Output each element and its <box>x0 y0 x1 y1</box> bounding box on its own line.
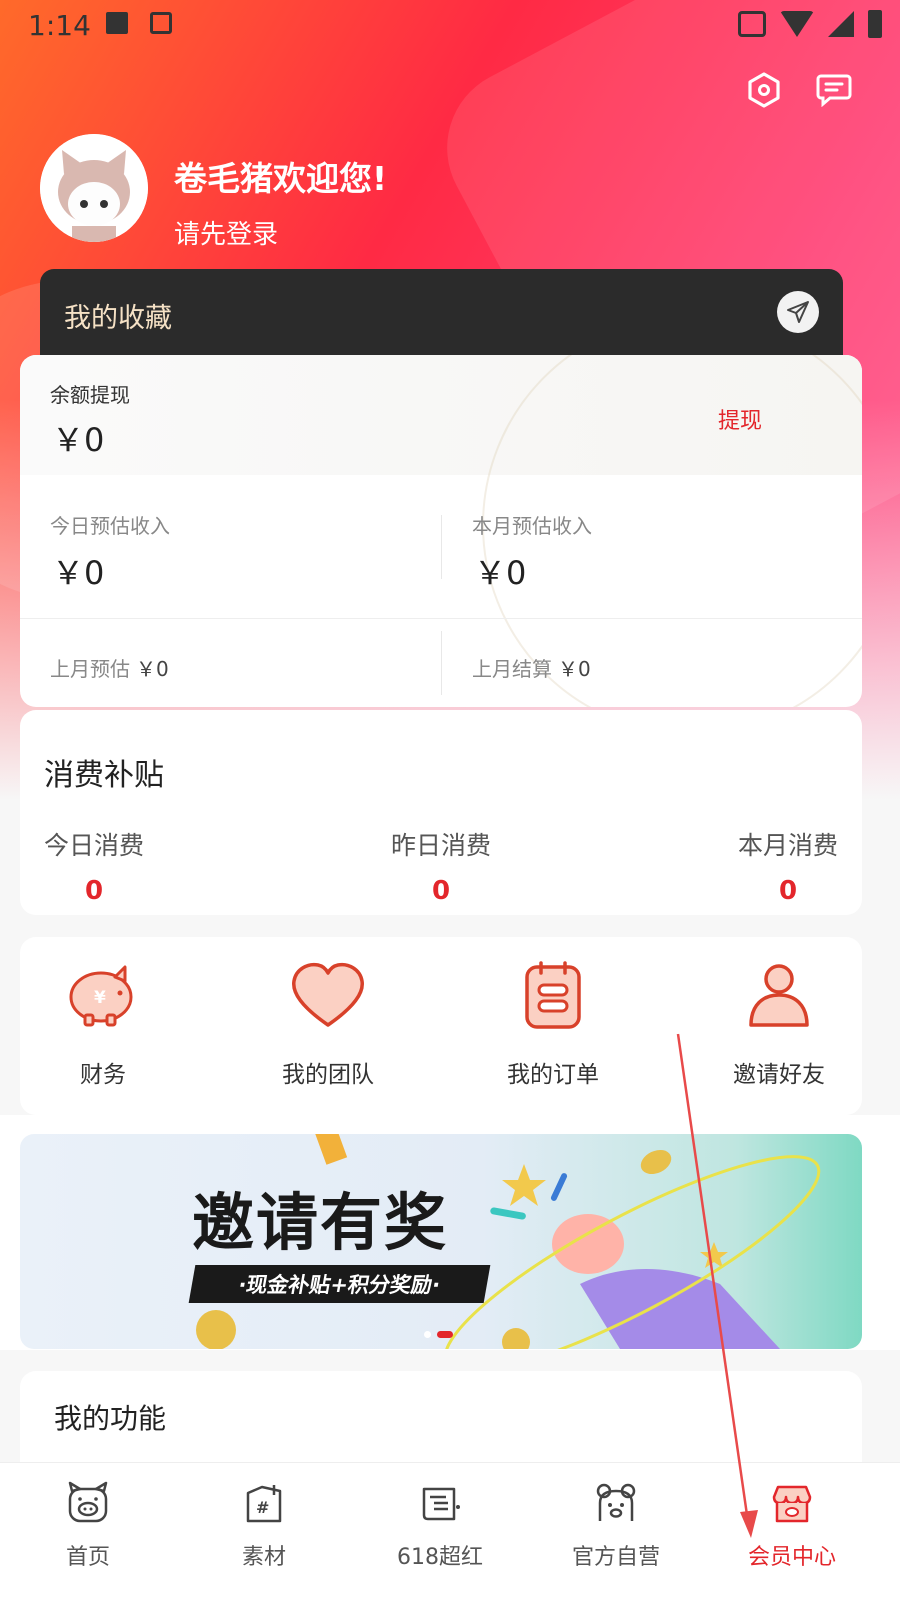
quick-action-label: 邀请好友 <box>733 1062 825 1088</box>
subsidy-value: 0 <box>431 876 451 906</box>
send-icon[interactable] <box>777 291 819 333</box>
calendar-note-icon <box>416 1481 464 1527</box>
settings-hex-icon[interactable] <box>746 72 782 108</box>
quick-action-label: 财务 <box>80 1062 126 1088</box>
person-icon <box>739 959 819 1033</box>
subsidy-label: 今日消费 <box>43 831 144 860</box>
subsidy-label: 昨日消费 <box>390 831 491 860</box>
tab-label: 618超红 <box>397 1545 483 1570</box>
tab-material[interactable]: # 素材 <box>176 1463 352 1600</box>
tab-home[interactable]: 首页 <box>0 1463 176 1600</box>
subsidy-card: 消费补贴 今日消费 0 昨日消费 0 本月消费 0 <box>20 710 862 915</box>
divider <box>20 618 862 619</box>
withdraw-button[interactable]: 提现 <box>718 403 762 435</box>
material-icon: # <box>240 1481 288 1527</box>
today-income-label: 今日预估收入 <box>50 514 170 538</box>
login-link[interactable]: 请先登录 <box>174 214 278 251</box>
tab-label: 官方自营 <box>571 1545 660 1570</box>
subsidy-yesterday: 昨日消费 0 <box>361 826 521 906</box>
pig-face-icon <box>64 1481 112 1527</box>
favorites-label: 我的收藏 <box>64 303 172 334</box>
vibrate-icon <box>738 11 766 37</box>
subsidy-label: 本月消费 <box>737 831 838 860</box>
svg-text:¥: ¥ <box>94 988 106 1008</box>
balance-card: 余额提现 ￥0 提现 今日预估收入 ￥0 本月预估收入 ￥0 上月预估 ￥0 上月… <box>20 355 862 707</box>
battery-icon <box>868 10 882 38</box>
balance-value: ￥0 <box>52 421 105 459</box>
last-month-settlement: 上月结算 ￥0 <box>472 653 591 682</box>
quick-action-finance[interactable]: ¥ 财务 <box>33 959 173 1089</box>
divider <box>441 515 442 579</box>
subsidy-today: 今日消费 0 <box>14 826 174 906</box>
wifi-icon <box>780 11 814 37</box>
heart-icon <box>288 959 368 1033</box>
subsidy-value: 0 <box>84 876 104 906</box>
month-income-value: ￥0 <box>474 554 527 592</box>
calendar-icon <box>513 959 593 1033</box>
invite-banner[interactable]: 邀请有奖 ·现金补贴+积分奖励· <box>20 1134 862 1349</box>
tab-618[interactable]: 618超红 <box>352 1463 528 1600</box>
last-month-settlement-value: ￥0 <box>558 657 591 681</box>
subsidy-month: 本月消费 0 <box>708 826 868 906</box>
tab-member-center[interactable]: 会员中心 <box>704 1463 880 1600</box>
carousel-dot-active[interactable] <box>437 1331 453 1338</box>
last-month-estimate-label: 上月预估 <box>50 657 130 681</box>
quick-action-orders[interactable]: 我的订单 <box>483 959 623 1089</box>
last-month-estimate: 上月预估 ￥0 <box>50 653 169 682</box>
avatar[interactable] <box>40 134 148 242</box>
banner-title: 邀请有奖 <box>192 1186 449 1259</box>
quick-actions: ¥ 财务 我的团队 我的订单 邀请好友 <box>20 937 862 1115</box>
piggy-bank-icon: ¥ <box>63 959 143 1033</box>
last-month-estimate-value: ￥0 <box>136 657 169 681</box>
tab-label: 首页 <box>65 1545 110 1570</box>
quick-action-invite[interactable]: 邀请好友 <box>709 959 849 1089</box>
carousel-dot[interactable] <box>424 1331 431 1338</box>
balance-label: 余额提现 <box>50 383 130 407</box>
last-month-settlement-label: 上月结算 <box>472 657 552 681</box>
welcome-text: 卷毛猪欢迎您! <box>174 159 388 198</box>
my-functions-title: 我的功能 <box>54 1402 167 1435</box>
quick-action-label: 我的订单 <box>507 1062 599 1088</box>
svg-text:#: # <box>256 1498 269 1517</box>
tab-label: 会员中心 <box>747 1545 836 1570</box>
banner-subtitle: ·现金补贴+积分奖励· <box>188 1265 491 1303</box>
message-icon[interactable] <box>816 72 852 108</box>
month-income-label: 本月预估收入 <box>472 514 592 538</box>
tab-official[interactable]: 官方自营 <box>528 1463 704 1600</box>
status-bar: 1:14 <box>0 0 900 50</box>
signal-icon <box>828 11 854 37</box>
bottom-tab-bar: 首页 # 素材 618超红 官方自营 会员中心 <box>0 1462 900 1600</box>
shop-icon <box>768 1481 816 1527</box>
carousel-indicator <box>424 1331 453 1338</box>
app-notification-icon <box>150 12 172 34</box>
bear-icon <box>592 1481 640 1527</box>
subsidy-title: 消费补贴 <box>44 758 164 793</box>
divider <box>441 631 442 695</box>
quick-action-team[interactable]: 我的团队 <box>258 959 398 1089</box>
subsidy-value: 0 <box>778 876 798 906</box>
today-income-value: ￥0 <box>52 554 105 592</box>
status-time: 1:14 <box>28 9 91 42</box>
tab-label: 素材 <box>241 1545 286 1570</box>
quick-action-label: 我的团队 <box>282 1062 374 1088</box>
gallery-notification-icon <box>106 12 128 34</box>
